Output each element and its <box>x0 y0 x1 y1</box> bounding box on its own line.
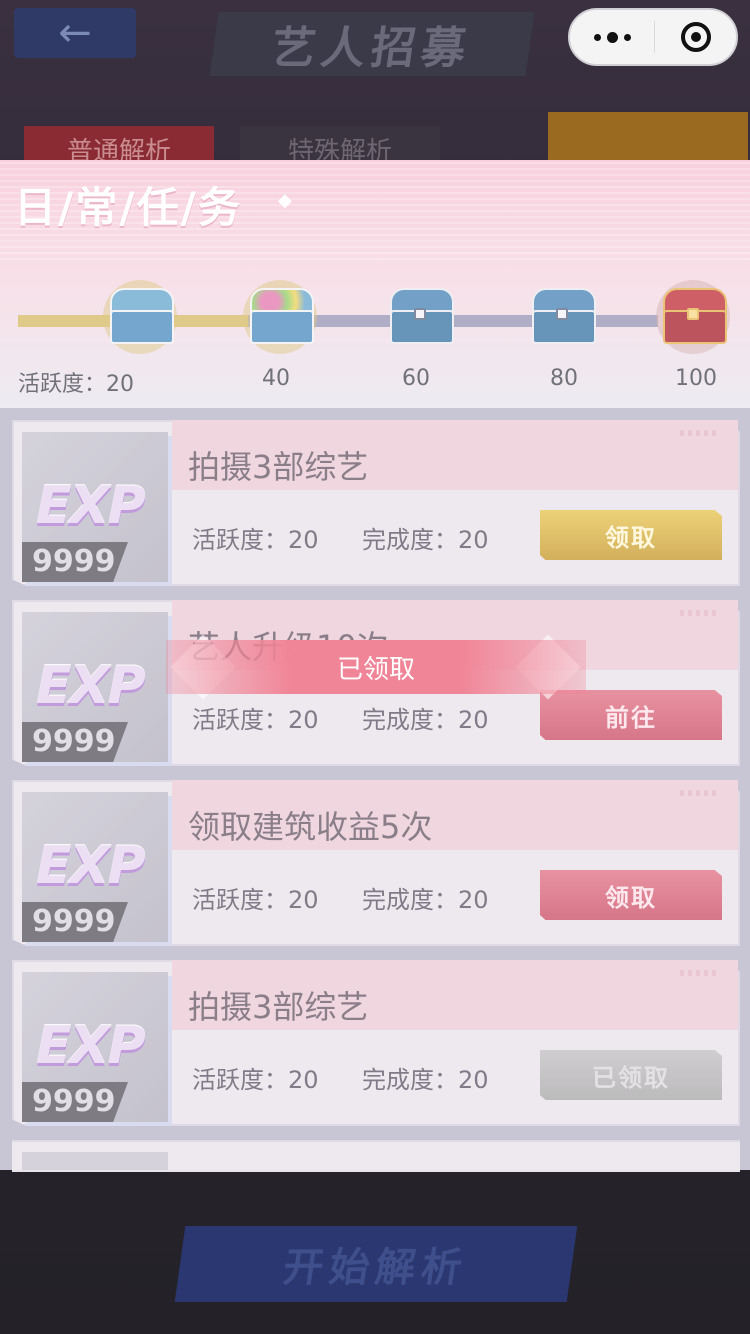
chest-40-icon[interactable] <box>246 282 314 346</box>
chest-20-icon[interactable] <box>106 282 174 346</box>
task-card: EXP 9999 领取建筑收益5次 活跃度：20 完成度：20 领取 <box>12 780 740 950</box>
exp-reward-icon: EXP 9999 <box>22 432 168 582</box>
exp-reward-icon-partial <box>22 1152 168 1170</box>
back-button[interactable]: ← <box>14 8 136 58</box>
miniprogram-capsule <box>568 8 738 66</box>
task-activity: 活跃度：20 <box>192 526 319 554</box>
more-dots-icon[interactable] <box>570 31 654 43</box>
task-activity: 活跃度：20 <box>192 1066 319 1094</box>
exp-reward-icon: EXP 9999 <box>22 792 168 942</box>
page-title: 艺人招募 <box>209 12 535 76</box>
activity-level-40: 40 <box>262 366 290 391</box>
task-completion: 完成度：20 <box>362 1066 489 1094</box>
reward-amount: 9999 <box>32 724 116 759</box>
panel-title: 日/常/任/务 <box>14 183 243 232</box>
chest-100-icon[interactable] <box>659 282 727 346</box>
activity-level-60: 60 <box>402 366 430 391</box>
activity-level-80: 80 <box>550 366 578 391</box>
chest-80-icon[interactable] <box>528 282 596 346</box>
activity-level-100: 100 <box>675 366 717 391</box>
task-name: 拍摄3部综艺 <box>188 448 369 486</box>
panel-header: 日/常/任/务 ◆ 活跃度：20 40 60 80 100 <box>0 160 750 408</box>
task-activity: 活跃度：20 <box>192 706 319 734</box>
reward-amount: 9999 <box>32 544 116 579</box>
task-activity: 活跃度：20 <box>192 886 319 914</box>
exp-reward-icon: EXP 9999 <box>22 972 168 1122</box>
claimed-toast: 已领取 <box>166 640 586 694</box>
start-analysis-button[interactable]: 开始解析 <box>174 1226 578 1302</box>
back-arrow-icon: ← <box>58 10 92 56</box>
task-completion: 完成度：20 <box>362 526 489 554</box>
task-name: 拍摄3部综艺 <box>188 988 369 1026</box>
chest-60-icon[interactable] <box>386 282 454 346</box>
activity-label: 活跃度：20 <box>18 372 135 397</box>
task-card: EXP 9999 拍摄3部综艺 活跃度：20 完成度：20 领取 <box>12 420 740 590</box>
task-name: 领取建筑收益5次 <box>188 808 433 846</box>
sparkle-icon: ◆ <box>278 190 292 211</box>
claim-button[interactable]: 领取 <box>540 510 722 560</box>
reward-amount: 9999 <box>32 1084 116 1119</box>
task-completion: 完成度：20 <box>362 706 489 734</box>
go-button[interactable]: 前往 <box>540 690 722 740</box>
claim-button[interactable]: 领取 <box>540 870 722 920</box>
claimed-button: 已领取 <box>540 1050 722 1100</box>
reward-amount: 9999 <box>32 904 116 939</box>
exp-reward-icon: EXP 9999 <box>22 612 168 762</box>
task-completion: 完成度：20 <box>362 886 489 914</box>
close-target-icon[interactable] <box>655 22 736 52</box>
task-card: EXP 9999 拍摄3部综艺 活跃度：20 完成度：20 已领取 <box>12 960 740 1130</box>
